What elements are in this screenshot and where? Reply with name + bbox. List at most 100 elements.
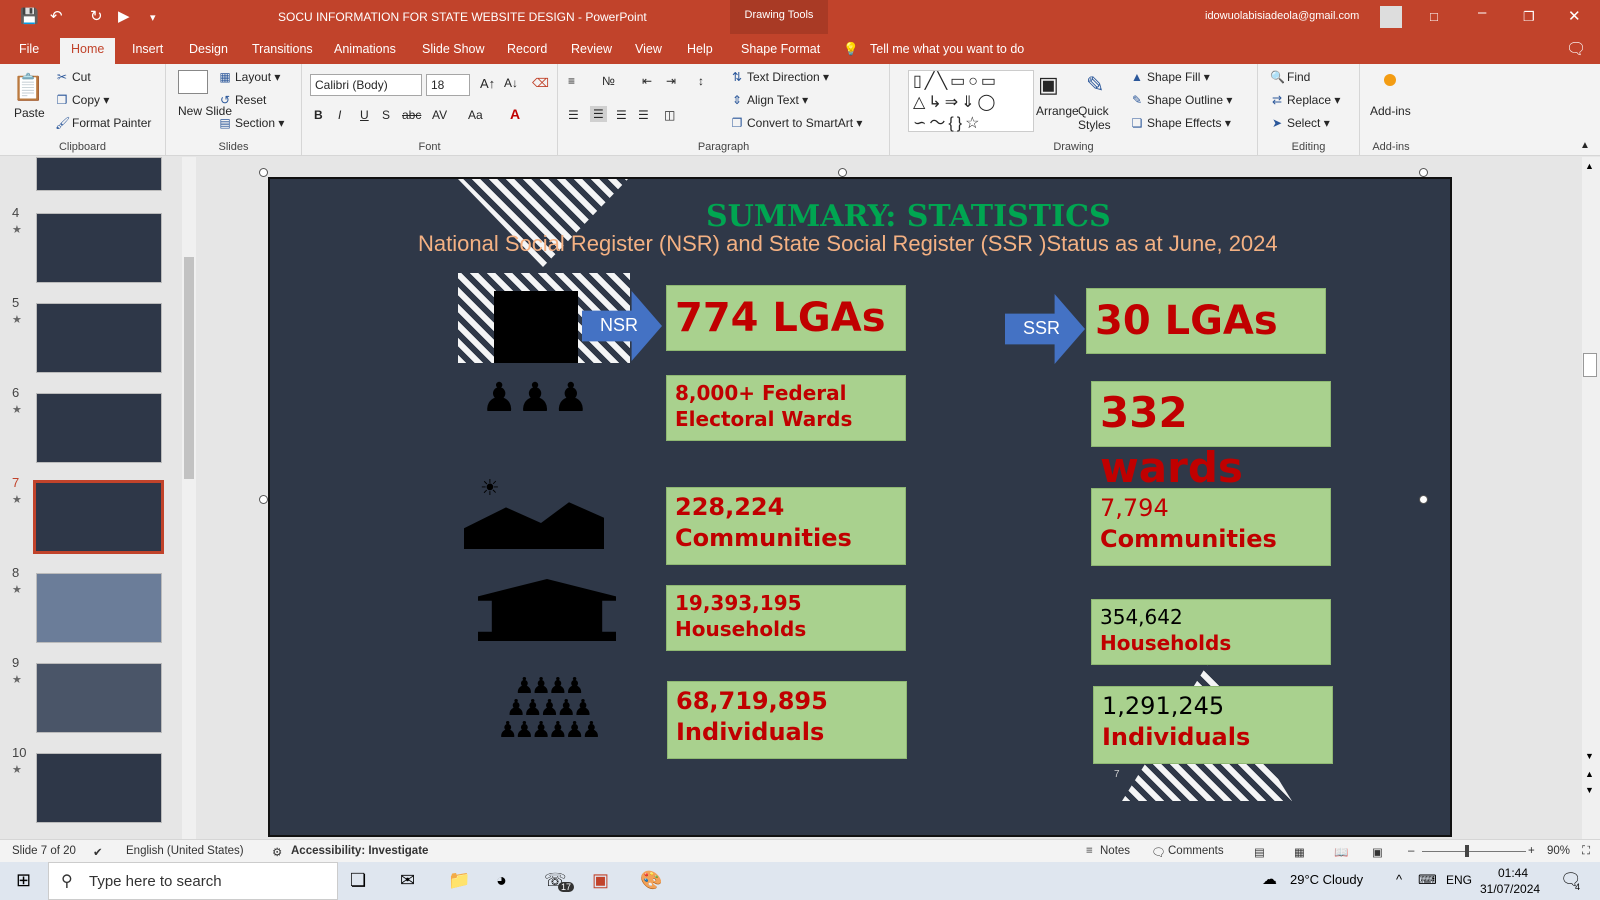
- shadow-icon[interactable]: S: [382, 108, 390, 122]
- slide-thumbnail-5[interactable]: [36, 303, 162, 373]
- windows-start-icon[interactable]: ⊞: [16, 870, 31, 891]
- format-painter-button[interactable]: 🖌 Format Painter: [55, 116, 151, 130]
- italic-icon[interactable]: I: [338, 108, 341, 122]
- replace-button[interactable]: ⇄ Replace ▾: [1270, 93, 1340, 107]
- taskbar-search-box[interactable]: ⚲ Type here to search: [48, 862, 338, 900]
- font-size-select[interactable]: 18: [426, 74, 470, 96]
- slide-thumbnail-8[interactable]: [36, 573, 162, 643]
- numbering-icon[interactable]: №: [602, 74, 615, 88]
- paint-icon[interactable]: 🎨: [640, 870, 662, 891]
- slide-thumbnail-9[interactable]: [36, 663, 162, 733]
- paste-button[interactable]: Paste: [14, 106, 45, 120]
- tab-shape-format[interactable]: Shape Format: [741, 42, 820, 56]
- tab-transitions[interactable]: Transitions: [252, 42, 313, 56]
- nsr-communities-box[interactable]: 228,224 Communities: [666, 487, 906, 565]
- copy-button[interactable]: ❐ Copy ▾: [55, 93, 110, 107]
- save-icon[interactable]: 💾: [20, 7, 39, 25]
- scroll-up-icon[interactable]: ▲: [1585, 161, 1594, 171]
- tab-slide-show[interactable]: Slide Show: [422, 42, 485, 56]
- slide-thumbnail-4[interactable]: [36, 213, 162, 283]
- input-language[interactable]: ENG: [1446, 873, 1472, 887]
- comment-icon[interactable]: 🗨: [1566, 39, 1586, 59]
- underline-icon[interactable]: U: [360, 108, 369, 122]
- bold-icon[interactable]: B: [314, 108, 323, 122]
- slideshow-view-icon[interactable]: ▣: [1372, 845, 1383, 859]
- slide-thumbnail-6[interactable]: [36, 393, 162, 463]
- slide-sorter-icon[interactable]: ▦: [1294, 845, 1305, 859]
- avatar[interactable]: [1380, 6, 1402, 28]
- align-left-icon[interactable]: ☰: [568, 108, 579, 122]
- clear-formatting-icon[interactable]: ⌫: [532, 76, 549, 90]
- line-spacing-icon[interactable]: ↕: [698, 74, 704, 88]
- tab-help[interactable]: Help: [687, 42, 713, 56]
- show-hidden-icons[interactable]: ^: [1396, 872, 1402, 887]
- account-email[interactable]: idowuolabisiadeola@gmail.com: [1205, 10, 1359, 22]
- spell-check-icon[interactable]: ✔: [93, 845, 103, 859]
- addins-icon[interactable]: [1384, 74, 1396, 86]
- resize-handle[interactable]: [259, 495, 268, 504]
- tab-design[interactable]: Design: [189, 42, 228, 56]
- font-family-select[interactable]: Calibri (Body): [310, 74, 422, 96]
- ssr-lgas-box[interactable]: 30 LGAs: [1086, 288, 1326, 354]
- decrease-indent-icon[interactable]: ⇤: [642, 74, 652, 88]
- quick-styles-button[interactable]: Quick Styles: [1078, 104, 1126, 133]
- nsr-individuals-box[interactable]: 68,719,895 Individuals: [667, 681, 907, 759]
- character-spacing-icon[interactable]: AV: [432, 108, 447, 122]
- resize-handle[interactable]: [838, 168, 847, 177]
- slide-subtitle[interactable]: National Social Register (NSR) and State…: [418, 231, 1348, 257]
- convert-smartart-button[interactable]: ❐ Convert to SmartArt ▾: [730, 116, 863, 130]
- cut-button[interactable]: ✂ Cut: [55, 70, 91, 84]
- quick-styles-icon[interactable]: ✎: [1086, 72, 1104, 98]
- thumbnails-scrollbar[interactable]: [182, 157, 196, 839]
- scroll-down-icon[interactable]: ▼: [1585, 751, 1594, 761]
- tab-review[interactable]: Review: [571, 42, 612, 56]
- new-slide-icon[interactable]: [178, 70, 208, 94]
- canvas-scroll-thumb[interactable]: [1583, 353, 1597, 377]
- tab-animations[interactable]: Animations: [334, 42, 396, 56]
- reading-view-icon[interactable]: 📖: [1334, 845, 1348, 859]
- network-icon[interactable]: ⌨: [1418, 872, 1437, 888]
- select-button[interactable]: ➤ Select ▾: [1270, 116, 1330, 130]
- addins-button[interactable]: Add-ins: [1370, 104, 1411, 118]
- section-button[interactable]: ▤ Section ▾: [218, 116, 284, 130]
- comments-button[interactable]: Comments: [1168, 845, 1224, 857]
- grow-font-icon[interactable]: A↑: [480, 76, 495, 91]
- task-view-icon[interactable]: ❏: [350, 870, 366, 891]
- accessibility-status[interactable]: Accessibility: Investigate: [291, 845, 428, 857]
- arrange-button[interactable]: Arrange: [1036, 104, 1079, 118]
- align-text-button[interactable]: ⇕ Align Text ▾: [730, 93, 808, 107]
- shape-fill-button[interactable]: ▲ Shape Fill ▾: [1130, 70, 1210, 84]
- increase-indent-icon[interactable]: ⇥: [666, 74, 676, 88]
- edge-icon[interactable]: ◕: [496, 870, 507, 891]
- text-direction-button[interactable]: ⇅ Text Direction ▾: [730, 70, 829, 84]
- redo-icon[interactable]: ↻: [90, 7, 103, 25]
- restore-icon[interactable]: ❐: [1523, 9, 1535, 25]
- previous-slide-icon[interactable]: ▲: [1585, 769, 1594, 779]
- slide-thumbnail-10[interactable]: [36, 753, 162, 823]
- tab-home[interactable]: Home: [60, 38, 116, 64]
- slide-7[interactable]: SUMMARY: STATISTICS National Social Regi…: [268, 177, 1452, 837]
- font-color-icon[interactable]: A: [510, 106, 520, 122]
- justify-icon[interactable]: ☰: [638, 108, 649, 122]
- bullets-icon[interactable]: ≡: [568, 74, 575, 88]
- zoom-slider[interactable]: [1422, 851, 1526, 852]
- ssr-households-box[interactable]: 354,642 Households: [1091, 599, 1331, 665]
- language-indicator[interactable]: English (United States): [126, 845, 244, 857]
- shrink-font-icon[interactable]: A↓: [504, 76, 518, 90]
- resize-handle[interactable]: [259, 168, 268, 177]
- tab-view[interactable]: View: [635, 42, 662, 56]
- tab-record[interactable]: Record: [507, 42, 547, 56]
- weather-text[interactable]: 29°C Cloudy: [1290, 872, 1363, 887]
- align-right-icon[interactable]: ☰: [616, 108, 627, 122]
- zoom-slider-thumb[interactable]: [1465, 845, 1469, 857]
- columns-icon[interactable]: ◫: [664, 108, 675, 122]
- ssr-individuals-box[interactable]: 1,291,245 Individuals: [1093, 686, 1333, 764]
- shape-effects-button[interactable]: ❏ Shape Effects ▾: [1130, 116, 1231, 130]
- zoom-level[interactable]: 90%: [1547, 845, 1570, 857]
- canvas-scrollbar[interactable]: ▲ ▼ ▲ ▼: [1582, 157, 1600, 839]
- resize-handle[interactable]: [1419, 168, 1428, 177]
- strikethrough-icon[interactable]: abc: [402, 108, 421, 122]
- ssr-wards-box[interactable]: 332 wards: [1091, 381, 1331, 492]
- nsr-households-box[interactable]: 19,393,195 Households: [666, 585, 906, 651]
- undo-icon[interactable]: ↶: [50, 7, 63, 25]
